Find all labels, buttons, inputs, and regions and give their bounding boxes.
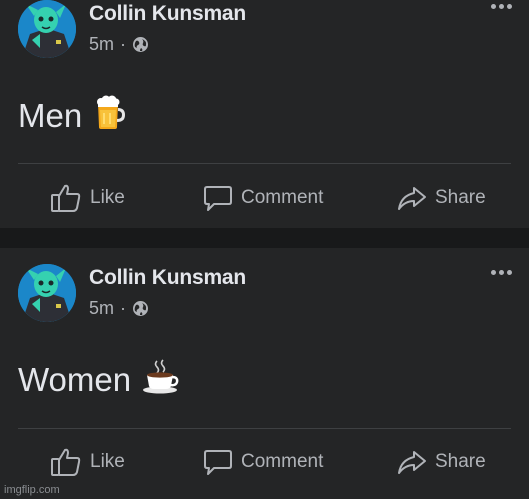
more-options-icon[interactable] <box>491 270 512 275</box>
post-card: Collin Kunsman 5m · Men Like Comment Sha… <box>0 0 529 228</box>
like-label: Like <box>90 451 125 472</box>
avatar-image <box>18 0 76 58</box>
thumbs-up-icon <box>51 184 81 212</box>
post-meta: 5m · <box>89 298 149 319</box>
post-time[interactable]: 5m <box>89 34 114 55</box>
post-text-content: Women <box>18 361 132 398</box>
post-card: Collin Kunsman 5m · Women Like Comment S… <box>0 248 529 499</box>
globe-icon[interactable] <box>132 300 149 317</box>
divider <box>18 163 511 164</box>
author-name[interactable]: Collin Kunsman <box>89 266 246 290</box>
beer-mug-icon <box>92 94 128 138</box>
like-button[interactable]: Like <box>50 447 125 477</box>
comment-button[interactable]: Comment <box>203 447 323 477</box>
like-button[interactable]: Like <box>50 183 125 213</box>
post-text: Men <box>18 94 128 138</box>
avatar[interactable] <box>18 0 76 58</box>
share-label: Share <box>435 451 486 472</box>
globe-icon[interactable] <box>132 36 149 53</box>
comment-button[interactable]: Comment <box>203 183 323 213</box>
comment-icon <box>204 186 232 211</box>
post-meta: 5m · <box>89 34 149 55</box>
share-label: Share <box>435 187 486 208</box>
avatar[interactable] <box>18 264 76 322</box>
watermark: imgflip.com <box>4 484 60 496</box>
share-icon <box>398 451 426 474</box>
comment-label: Comment <box>241 451 324 472</box>
share-button[interactable]: Share <box>397 447 486 477</box>
post-text-content: Men <box>18 97 83 134</box>
post-time[interactable]: 5m <box>89 298 114 319</box>
post-actions: Like Comment Share <box>0 440 529 484</box>
thumbs-up-icon <box>51 448 81 476</box>
share-button[interactable]: Share <box>397 183 486 213</box>
meta-separator: · <box>120 34 127 54</box>
meta-separator: · <box>120 298 127 318</box>
coffee-cup-icon <box>141 358 181 402</box>
share-icon <box>398 187 426 210</box>
comment-label: Comment <box>241 187 324 208</box>
author-name[interactable]: Collin Kunsman <box>89 2 246 26</box>
like-label: Like <box>90 187 125 208</box>
avatar-image <box>18 264 76 322</box>
post-text: Women <box>18 358 181 402</box>
more-options-icon[interactable] <box>491 4 512 9</box>
divider <box>18 428 511 429</box>
comment-icon <box>204 450 232 475</box>
post-actions: Like Comment Share <box>0 176 529 220</box>
